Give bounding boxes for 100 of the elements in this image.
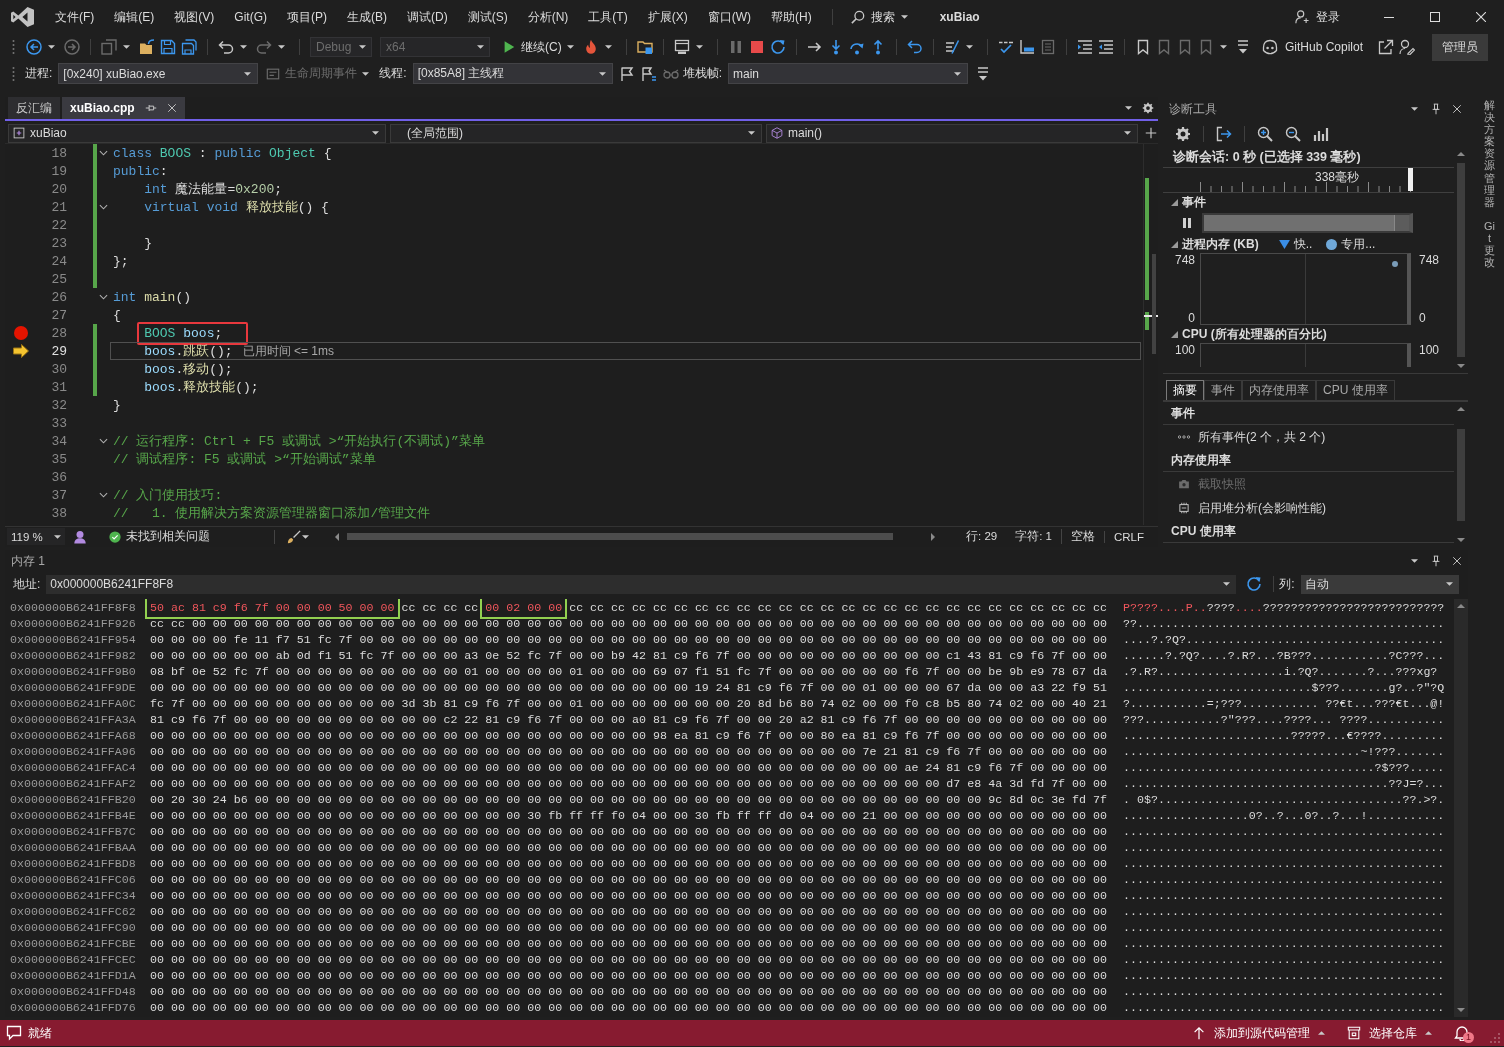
collapse-icon[interactable]: [99, 150, 108, 156]
corner-bar-icon[interactable]: [1018, 39, 1035, 55]
menu-item[interactable]: 编辑(E): [104, 4, 165, 30]
vertical-scrollbar[interactable]: [1143, 144, 1158, 525]
refresh-icon[interactable]: [1246, 576, 1263, 592]
menu-item[interactable]: 文件(F): [45, 4, 105, 30]
curved-arrow-icon[interactable]: [906, 39, 923, 55]
repository-button[interactable]: 选择仓库: [1347, 1024, 1432, 1042]
sign-in-button[interactable]: 登录: [1295, 8, 1340, 26]
zoom-in-icon[interactable]: [1257, 126, 1273, 142]
scrollbar-thumb[interactable]: [347, 533, 893, 540]
caret-icon[interactable]: [695, 45, 703, 49]
caret-icon[interactable]: [1125, 106, 1132, 110]
export-icon[interactable]: [1216, 126, 1232, 142]
person-icon[interactable]: [73, 529, 87, 544]
caret-icon[interactable]: [302, 534, 309, 539]
forward-icon[interactable]: [64, 39, 80, 55]
save-icon[interactable]: [160, 39, 176, 55]
diagnostics-tab[interactable]: 摘要: [1166, 380, 1204, 400]
save-all-icon[interactable]: [181, 39, 197, 55]
open-folder-icon[interactable]: [139, 39, 155, 55]
redo-icon[interactable]: [256, 39, 272, 55]
scrollbar-thumb[interactable]: [1457, 163, 1465, 357]
zoom-out-icon[interactable]: [1285, 126, 1301, 142]
collapse-icon[interactable]: [99, 204, 108, 210]
caret-icon[interactable]: [604, 45, 612, 49]
line-indicator[interactable]: 行: 29: [957, 529, 1007, 544]
bar-chart-icon[interactable]: [1313, 126, 1329, 142]
side-tab[interactable]: Git 更改: [1484, 219, 1495, 269]
diagnostics-tab[interactable]: CPU 使用率: [1316, 380, 1395, 400]
continue-button[interactable]: 继续(C): [498, 36, 578, 58]
collapse-triangle-icon[interactable]: [1171, 330, 1178, 338]
flag-icon[interactable]: [640, 65, 657, 82]
crossed-lines-icon[interactable]: [943, 39, 960, 55]
diagnostics-tab[interactable]: 事件: [1204, 380, 1242, 400]
scroll-up-icon[interactable]: [1457, 152, 1465, 156]
scroll-down-icon[interactable]: [1457, 1008, 1465, 1012]
caret-icon[interactable]: [1219, 45, 1227, 49]
grip-icon[interactable]: [12, 65, 15, 82]
caret-icon[interactable]: [965, 45, 973, 49]
scope-dropdown[interactable]: (全局范围): [390, 123, 762, 143]
breakpoint-icon[interactable]: [14, 326, 28, 340]
close-icon[interactable]: [166, 103, 177, 113]
column-indicator[interactable]: 字符: 1: [1006, 529, 1061, 544]
search-button[interactable]: 搜索: [844, 5, 914, 29]
list-item[interactable]: 所有事件(2 个，共 2 个): [1163, 425, 1454, 449]
brush-icon[interactable]: [287, 529, 301, 544]
plus-icon[interactable]: [1145, 127, 1157, 139]
caret-icon[interactable]: [1411, 559, 1418, 563]
scroll-left-icon[interactable]: [335, 532, 339, 541]
window-icon[interactable]: [673, 39, 690, 55]
source-control-button[interactable]: 添加到源代码管理: [1192, 1024, 1325, 1042]
menu-item[interactable]: 生成(B): [337, 4, 397, 30]
scroll-down-icon[interactable]: [1457, 364, 1465, 368]
outdent-icon[interactable]: [1097, 39, 1114, 55]
back-icon[interactable]: [26, 39, 42, 55]
scroll-down-icon[interactable]: [1457, 538, 1465, 542]
menu-item[interactable]: 调试(D): [397, 4, 458, 30]
menu-item[interactable]: 帮助(H): [761, 4, 822, 30]
indent-icon[interactable]: [1076, 39, 1093, 55]
stop-icon[interactable]: [748, 39, 765, 55]
menu-item[interactable]: 测试(S): [457, 4, 518, 30]
whitespace-indicator[interactable]: 空格: [1061, 529, 1104, 544]
resize-grip-icon[interactable]: [1490, 1033, 1500, 1043]
collapse-icon[interactable]: [99, 438, 108, 444]
columns-dropdown[interactable]: 自动: [1300, 574, 1459, 594]
editor-tab[interactable]: xuBiao.cpp: [62, 97, 185, 119]
scroll-up-icon[interactable]: [1457, 604, 1465, 608]
project-dropdown[interactable]: xuBiao: [8, 123, 386, 143]
person-edit-icon[interactable]: [1399, 39, 1415, 55]
editor-tab[interactable]: 反汇编: [8, 97, 60, 119]
perf-tip[interactable]: 已用时间 <= 1ms: [242, 342, 334, 360]
issues-button[interactable]: 未找到相关问题: [109, 529, 210, 544]
message-icon[interactable]: [6, 1025, 22, 1041]
caret-icon[interactable]: [48, 45, 55, 49]
zoom-dropdown[interactable]: 119 %: [7, 528, 65, 545]
stack-frame-dropdown[interactable]: main: [728, 63, 969, 84]
scrollbar-thumb[interactable]: [1152, 254, 1156, 354]
pin-icon[interactable]: [144, 102, 157, 114]
caret-icon[interactable]: [123, 45, 130, 49]
menu-item[interactable]: 工具(T): [578, 4, 638, 30]
menu-item[interactable]: 视图(V): [164, 4, 225, 30]
share-icon[interactable]: [1378, 39, 1394, 55]
diagnostics-tab[interactable]: 内存使用率: [1242, 380, 1316, 400]
scroll-right-icon[interactable]: [931, 532, 935, 541]
caret-icon[interactable]: [278, 45, 285, 49]
thread-dropdown[interactable]: [0x85A8] 主线程: [412, 63, 613, 84]
selection-marker[interactable]: [1408, 168, 1413, 191]
vertical-scrollbar[interactable]: [1454, 599, 1468, 1017]
pin-icon[interactable]: [1430, 103, 1442, 115]
close-icon[interactable]: [1452, 104, 1462, 114]
side-tab[interactable]: 解决方案资源管理器: [1484, 99, 1495, 208]
address-field[interactable]: 0x000000B6241FF8F8: [46, 574, 1237, 594]
caret-icon[interactable]: [240, 45, 247, 49]
timeline-ruler[interactable]: 338毫秒: [1163, 167, 1454, 193]
menu-item[interactable]: 项目(P): [277, 4, 337, 30]
process-dropdown[interactable]: [0x240] xuBiao.exe: [58, 63, 259, 84]
menu-item[interactable]: Git(G): [224, 4, 277, 30]
collapse-icon[interactable]: [99, 294, 108, 300]
settings-icon[interactable]: [1142, 102, 1154, 114]
